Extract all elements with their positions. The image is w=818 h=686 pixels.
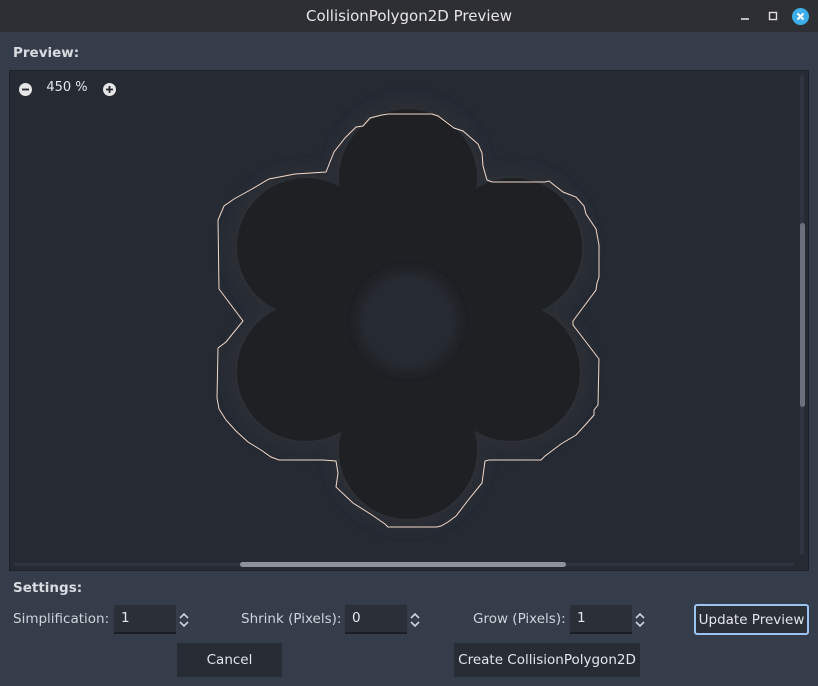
- cancel-button[interactable]: Cancel: [177, 643, 282, 677]
- zoom-level: 450 %: [46, 80, 88, 95]
- zoom-in-icon[interactable]: [103, 83, 116, 96]
- vertical-scrollbar-thumb[interactable]: [800, 223, 805, 407]
- title-bar: CollisionPolygon2D Preview: [0, 0, 818, 32]
- close-icon[interactable]: [792, 8, 809, 25]
- create-collisionpolygon2d-button[interactable]: Create CollisionPolygon2D: [454, 643, 640, 677]
- minimize-icon[interactable]: [737, 8, 753, 24]
- maximize-icon[interactable]: [765, 8, 781, 24]
- polygon-preview: [216, 98, 600, 530]
- simplification-spinbox[interactable]: 1: [114, 605, 176, 634]
- horizontal-scrollbar-thumb[interactable]: [240, 562, 566, 567]
- simplification-stepper-icon[interactable]: [178, 611, 190, 629]
- grow-label: Grow (Pixels):: [473, 611, 566, 627]
- settings-label: Settings:: [13, 580, 83, 596]
- update-preview-button[interactable]: Update Preview: [694, 604, 809, 635]
- grow-value[interactable]: 1: [577, 610, 586, 626]
- grow-stepper-icon[interactable]: [634, 611, 646, 629]
- preview-canvas[interactable]: 450 %: [9, 70, 809, 571]
- shrink-value[interactable]: 0: [352, 610, 361, 626]
- simplification-value[interactable]: 1: [121, 610, 130, 626]
- flower-center-core: [364, 277, 452, 365]
- zoom-out-icon[interactable]: [19, 83, 32, 96]
- shrink-stepper-icon[interactable]: [409, 611, 421, 629]
- grow-spinbox[interactable]: 1: [570, 605, 632, 634]
- preview-label: Preview:: [13, 45, 80, 61]
- simplification-label: Simplification:: [13, 611, 110, 627]
- shrink-spinbox[interactable]: 0: [345, 605, 407, 634]
- window-title: CollisionPolygon2D Preview: [305, 7, 512, 25]
- shrink-label: Shrink (Pixels):: [241, 611, 342, 627]
